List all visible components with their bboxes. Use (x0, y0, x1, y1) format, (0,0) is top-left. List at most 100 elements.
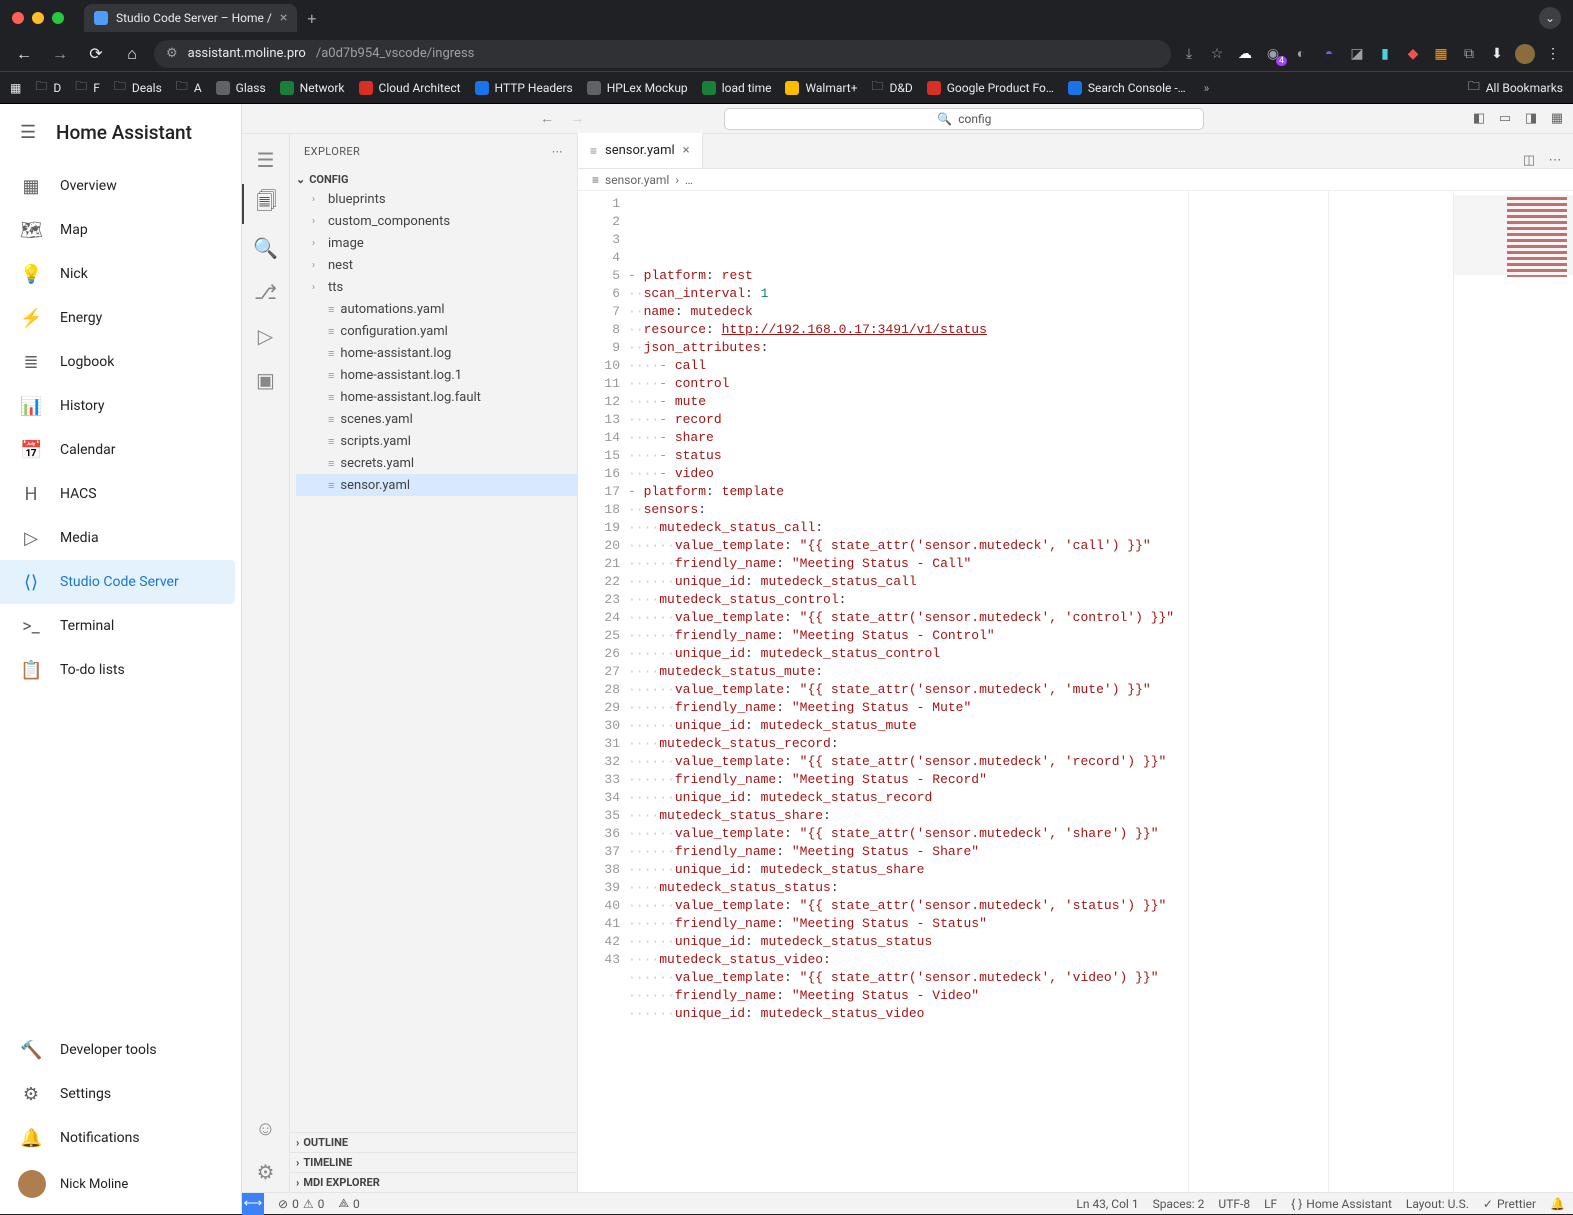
bookmark-item[interactable]: HPLex Mockup (587, 81, 688, 95)
status-cursor[interactable]: Ln 43, Col 1 (1076, 1197, 1138, 1211)
explorer-section-outline[interactable]: › OUTLINE (290, 1132, 577, 1152)
minimize-window-icon[interactable] (32, 12, 44, 24)
bookmark-item[interactable]: load time (702, 81, 772, 95)
code-line[interactable]: ····mutedeck_status_mute: (628, 663, 1453, 681)
tree-folder[interactable]: ›image (296, 232, 577, 254)
explorer-section-timeline[interactable]: › TIMELINE (290, 1152, 577, 1172)
code-line[interactable]: ····- mute (628, 393, 1453, 411)
activity-source-control-icon[interactable]: ⎇ (242, 272, 290, 312)
code-line[interactable]: ··sensors: (628, 501, 1453, 519)
status-spaces[interactable]: Spaces: 2 (1153, 1197, 1205, 1211)
code-line[interactable]: ····mutedeck_status_record: (628, 735, 1453, 753)
code-line[interactable]: ······value_template: "{{ state_attr('se… (628, 753, 1453, 771)
tree-folder[interactable]: ›custom_components (296, 210, 577, 232)
status-ports[interactable]: ⟁0 (338, 1196, 359, 1211)
extension-slot-4-icon[interactable]: ▮ (1375, 44, 1395, 64)
nav-back-icon[interactable]: ← (10, 44, 38, 64)
code-line[interactable]: ······value_template: "{{ state_attr('se… (628, 825, 1453, 843)
code-line[interactable]: ······friendly_name: "Meeting Status - M… (628, 699, 1453, 717)
tab-close-icon[interactable]: × (280, 10, 287, 26)
status-eol[interactable]: LF (1264, 1197, 1277, 1211)
code-line[interactable]: ····- control (628, 375, 1453, 393)
split-editor-icon[interactable]: ◫ (1519, 153, 1539, 168)
code-content[interactable]: - platform: rest··scan_interval: 1··name… (628, 191, 1453, 1192)
activity-accounts-icon[interactable]: ☺ (242, 1108, 290, 1148)
code-line[interactable]: ······unique_id: mutedeck_status_record (628, 789, 1453, 807)
browser-menu-icon[interactable]: ⋮ (1543, 44, 1563, 64)
sidebar-toggle-icon[interactable]: ☰ (20, 122, 40, 143)
code-line[interactable]: ····- record (628, 411, 1453, 429)
bookmarks-overflow-icon[interactable]: » (1204, 81, 1210, 95)
browser-tab-active[interactable]: Studio Code Server – Home / × (84, 4, 297, 32)
bookmark-item[interactable]: Network (280, 81, 345, 95)
toggle-panel-icon[interactable]: ▭ (1495, 111, 1515, 126)
sidebar-item-overview[interactable]: ▦Overview (0, 164, 241, 208)
code-line[interactable]: - platform: rest (628, 267, 1453, 285)
tree-file[interactable]: ≡ scripts.yaml (296, 430, 577, 452)
code-line[interactable]: ······unique_id: mutedeck_status_video (628, 1005, 1453, 1023)
home-icon[interactable]: ⌂ (118, 44, 146, 64)
toggle-secondary-sidebar-icon[interactable]: ◨ (1521, 111, 1541, 126)
activity-run-debug-icon[interactable]: ▷ (242, 316, 290, 356)
close-window-icon[interactable] (12, 12, 24, 24)
sidebar-item-to-do-lists[interactable]: 📋To-do lists (0, 648, 241, 692)
code-line[interactable]: ······unique_id: mutedeck_status_status (628, 933, 1453, 951)
command-center[interactable]: 🔍 config (724, 108, 1204, 130)
code-line[interactable]: ····- share (628, 429, 1453, 447)
code-line[interactable]: ······unique_id: mutedeck_status_call (628, 573, 1453, 591)
apps-icon[interactable]: ▦ (10, 81, 21, 95)
tree-file[interactable]: ≡ sensor.yaml (296, 474, 577, 496)
tree-file[interactable]: ≡ configuration.yaml (296, 320, 577, 342)
editor-menu-icon[interactable]: ☰ (242, 140, 290, 180)
remote-indicator-icon[interactable]: ⟷ (242, 1193, 264, 1215)
site-settings-icon[interactable]: ⚙ (166, 46, 178, 61)
editor-forward-icon[interactable]: → (566, 110, 588, 127)
sidebar-item-map[interactable]: 🗺Map (0, 208, 241, 252)
sidebar-item-developer-tools[interactable]: 🔨 Developer tools (0, 1028, 241, 1072)
status-problems[interactable]: ⊘0 ⚠0 (278, 1197, 324, 1211)
bookmark-item[interactable]: Search Console -… (1068, 81, 1186, 95)
status-notifications-icon[interactable]: 🔔 (1550, 1197, 1565, 1211)
status-layout[interactable]: Layout: U.S. (1406, 1197, 1469, 1211)
code-line[interactable]: ····- status (628, 447, 1453, 465)
sidebar-item-logbook[interactable]: ≣Logbook (0, 340, 241, 384)
bookmark-item[interactable]: 🗀F (75, 77, 100, 98)
nav-forward-icon[interactable]: → (46, 44, 74, 64)
extension-cloud-icon[interactable]: ☁ (1235, 44, 1255, 64)
tree-file[interactable]: ≡ automations.yaml (296, 298, 577, 320)
tree-file[interactable]: ≡ home-assistant.log (296, 342, 577, 364)
breadcrumb[interactable]: ≡ sensor.yaml › … (578, 169, 1573, 191)
code-line[interactable]: ······friendly_name: "Meeting Status - V… (628, 987, 1453, 1005)
sidebar-item-nick[interactable]: 💡Nick (0, 252, 241, 296)
customize-layout-icon[interactable]: ▦ (1547, 111, 1567, 126)
code-line[interactable]: ······unique_id: mutedeck_status_share (628, 861, 1453, 879)
code-line[interactable]: ····mutedeck_status_video: (628, 951, 1453, 969)
activity-extensions-icon[interactable]: ▣ (242, 360, 290, 400)
activity-explorer-icon[interactable]: 🗐 (242, 184, 290, 224)
tree-file[interactable]: ≡ scenes.yaml (296, 408, 577, 430)
minimap[interactable] (1453, 191, 1573, 1192)
toggle-primary-sidebar-icon[interactable]: ◧ (1469, 111, 1489, 126)
extension-slot-2-icon[interactable]: ◓ (1319, 44, 1339, 64)
profile-avatar-icon[interactable] (1515, 44, 1535, 64)
code-line[interactable]: ····- call (628, 357, 1453, 375)
sidebar-item-settings[interactable]: ⚙ Settings (0, 1072, 241, 1116)
sidebar-item-hacs[interactable]: HHACS (0, 472, 241, 516)
code-line[interactable]: ······value_template: "{{ state_attr('se… (628, 681, 1453, 699)
code-line[interactable] (628, 1023, 1453, 1041)
downloads-icon[interactable]: ⬇ (1487, 44, 1507, 64)
editor-tab-sensor-yaml[interactable]: ≡ sensor.yaml × (578, 133, 703, 168)
extensions-icon[interactable]: ⧉ (1459, 44, 1479, 64)
sidebar-item-notifications[interactable]: 🔔 Notifications (0, 1116, 241, 1160)
sidebar-item-terminal[interactable]: >_Terminal (0, 604, 241, 648)
extension-badge-icon[interactable]: ◉4 (1263, 44, 1283, 64)
sidebar-item-calendar[interactable]: 📅Calendar (0, 428, 241, 472)
explorer-section-mdi-explorer[interactable]: › MDI EXPLORER (290, 1172, 577, 1192)
bookmark-item[interactable]: Google Product Fo… (927, 81, 1054, 95)
bookmark-star-icon[interactable]: ☆ (1207, 44, 1227, 64)
sidebar-item-studio-code-server[interactable]: ⟨⟩Studio Code Server (0, 560, 235, 604)
tree-file[interactable]: ≡ home-assistant.log.fault (296, 386, 577, 408)
tree-folder[interactable]: ›tts (296, 276, 577, 298)
status-language[interactable]: { } Home Assistant (1291, 1197, 1392, 1211)
all-bookmarks-button[interactable]: 🗀 All Bookmarks (1468, 77, 1563, 98)
